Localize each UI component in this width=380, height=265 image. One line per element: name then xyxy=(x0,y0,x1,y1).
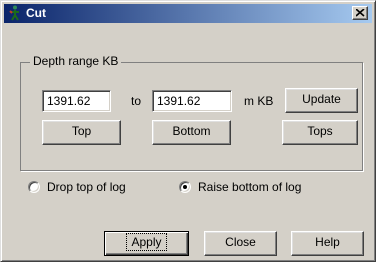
title-bar[interactable]: Cut xyxy=(4,4,372,23)
drop-top-radio[interactable] xyxy=(28,181,40,193)
tops-button[interactable]: Tops xyxy=(282,120,358,145)
radio-selected-dot xyxy=(183,185,187,189)
close-window-button[interactable] xyxy=(352,6,368,20)
depth-range-group xyxy=(20,62,363,171)
depth-from-field[interactable]: 1391.62 xyxy=(42,90,111,112)
close-icon xyxy=(356,9,365,17)
update-button[interactable]: Update xyxy=(285,88,358,113)
drop-top-label[interactable]: Drop top of log xyxy=(47,180,126,194)
app-figure-icon xyxy=(8,5,22,21)
depth-to-field[interactable]: 1391.62 xyxy=(152,90,232,112)
apply-button[interactable]: Apply xyxy=(104,231,189,256)
close-button[interactable]: Close xyxy=(204,231,277,256)
apply-button-label: Apply xyxy=(126,233,167,251)
depth-range-label: Depth range KB xyxy=(30,54,122,68)
raise-bottom-radio[interactable] xyxy=(179,181,191,193)
top-button[interactable]: Top xyxy=(42,120,121,145)
unit-label: m KB xyxy=(244,94,274,108)
cut-dialog: Cut Depth range KB 1391.62 to 1391.62 m … xyxy=(0,0,376,262)
to-label: to xyxy=(131,94,142,108)
window-title: Cut xyxy=(26,6,46,20)
raise-bottom-label[interactable]: Raise bottom of log xyxy=(198,180,301,194)
help-button[interactable]: Help xyxy=(291,231,364,256)
bottom-button[interactable]: Bottom xyxy=(152,120,231,145)
